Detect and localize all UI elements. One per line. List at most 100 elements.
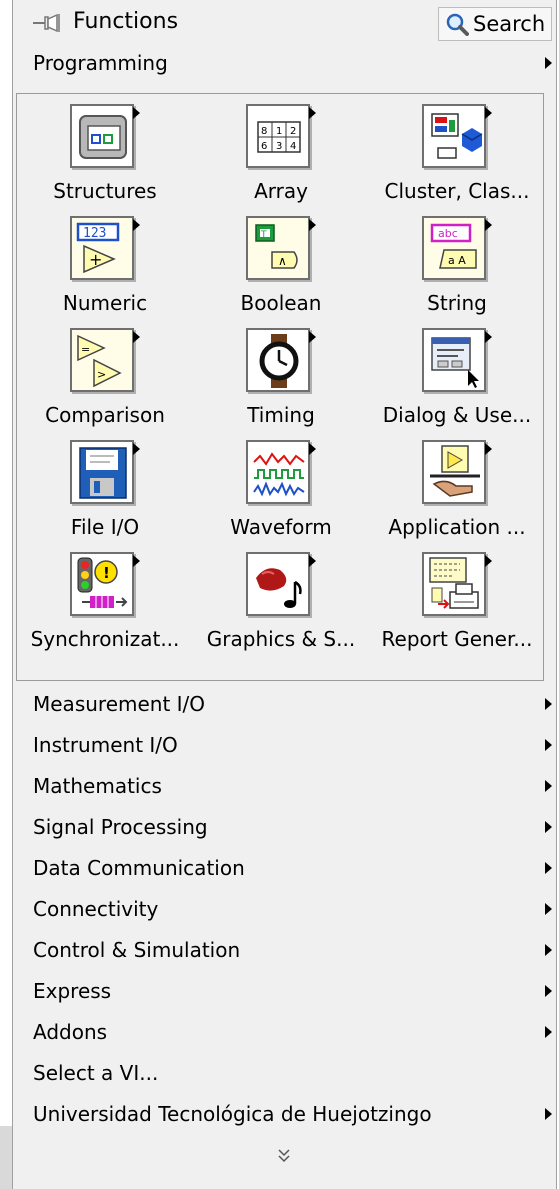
category-label: Data Communication [33, 856, 245, 880]
svg-text:>: > [97, 368, 106, 381]
cluster-icon [431, 113, 483, 159]
tile-dialog-user-interface[interactable]: Dialog & Use... [369, 318, 545, 438]
tile-label: Waveform [230, 515, 332, 539]
application-control-icon [430, 445, 480, 497]
tile-file-io[interactable]: File I/O [17, 430, 193, 550]
programming-subpalette-grid: Structures 8 1 2 6 3 4 Array Cluster, Cl… [16, 93, 544, 681]
tile-array[interactable]: 8 1 2 6 3 4 Array [193, 94, 369, 214]
svg-text:8: 8 [261, 126, 267, 137]
report-generation-icon [429, 557, 479, 609]
category-label: Select a VI... [33, 1061, 159, 1085]
expand-more-chevron-icon[interactable] [271, 1144, 297, 1168]
tile-label: Application ... [388, 515, 526, 539]
svg-text:=: = [81, 343, 90, 356]
category-express[interactable]: Express [13, 971, 556, 1011]
submenu-arrow-icon [485, 555, 492, 567]
submenu-arrow-icon [485, 107, 492, 119]
submenu-arrow-icon [309, 331, 316, 343]
comparison-icon: = > [77, 334, 122, 388]
category-connectivity[interactable]: Connectivity [13, 889, 556, 929]
submenu-arrow-icon [485, 331, 492, 343]
submenu-arrow-icon [309, 107, 316, 119]
svg-text:!: ! [103, 564, 110, 582]
svg-text:a A: a A [448, 254, 466, 267]
background-window-edge [0, 1126, 12, 1189]
tile-synchronization[interactable]: ! Synchronizat... [17, 542, 193, 662]
tile-cluster[interactable]: Cluster, Clas... [369, 94, 545, 214]
category-measurement-io[interactable]: Measurement I/O [13, 684, 556, 724]
search-button-label: Search [473, 12, 546, 36]
submenu-arrow-icon [485, 443, 492, 455]
submenu-arrow-icon [545, 1108, 552, 1120]
svg-text:6: 6 [261, 141, 267, 152]
submenu-arrow-icon [309, 443, 316, 455]
synchronization-icon: ! [77, 557, 128, 608]
category-data-communication[interactable]: Data Communication [13, 848, 556, 888]
tile-boolean[interactable]: T ∧ Boolean [193, 206, 369, 326]
svg-text:abc: abc [438, 227, 458, 240]
submenu-arrow-icon [545, 780, 552, 792]
svg-text:1: 1 [276, 126, 282, 137]
magnifier-search-icon [446, 13, 469, 36]
category-programming[interactable]: Programming [13, 43, 556, 83]
tile-structures[interactable]: Structures [17, 94, 193, 214]
category-label: Mathematics [33, 774, 162, 798]
tile-label: Boolean [240, 291, 322, 315]
submenu-arrow-icon [545, 1026, 552, 1038]
tile-label: Report Gener... [381, 627, 533, 651]
tile-label: Numeric [62, 291, 148, 315]
tile-waveform[interactable]: Waveform [193, 430, 369, 550]
category-mathematics[interactable]: Mathematics [13, 766, 556, 806]
category-label: Connectivity [33, 897, 159, 921]
tile-application-control[interactable]: Application ... [369, 430, 545, 550]
submenu-arrow-icon [133, 219, 140, 231]
submenu-arrow-icon [545, 57, 552, 69]
boolean-icon: T ∧ [255, 224, 298, 269]
array-icon: 8 1 2 6 3 4 [257, 121, 301, 153]
tile-timing[interactable]: Timing [193, 318, 369, 438]
svg-text:T: T [260, 230, 267, 240]
category-label: Instrument I/O [33, 733, 178, 757]
submenu-arrow-icon [545, 944, 552, 956]
tile-numeric[interactable]: 123 + Numeric [17, 206, 193, 326]
tile-graphics-sound[interactable]: Graphics & S... [193, 542, 369, 662]
search-button[interactable]: Search [438, 7, 552, 41]
graphics-sound-icon [256, 568, 302, 608]
structures-icon [79, 115, 127, 159]
tile-label: Dialog & Use... [382, 403, 532, 427]
tile-comparison[interactable]: = > Comparison [17, 318, 193, 438]
tile-string[interactable]: abc a A String [369, 206, 545, 326]
category-addons[interactable]: Addons [13, 1012, 556, 1052]
category-label: Control & Simulation [33, 938, 241, 962]
functions-palette: Functions Search Programming Structures … [12, 0, 557, 1189]
tile-label: Structures [53, 179, 157, 203]
category-label: Programming [33, 51, 168, 75]
palette-title: Functions [73, 9, 179, 34]
category-universidad-tecnologica[interactable]: Universidad Tecnológica de Huejotzingo [13, 1094, 556, 1134]
tile-label: String [427, 291, 487, 315]
tile-label: Synchronizat... [30, 627, 180, 651]
category-label: Addons [33, 1020, 108, 1044]
category-instrument-io[interactable]: Instrument I/O [13, 725, 556, 765]
waveform-icon [253, 452, 305, 497]
tile-label: Array [254, 179, 308, 203]
tile-label: Comparison [45, 403, 165, 427]
svg-text:4: 4 [290, 141, 296, 152]
thumbtack-pin-icon[interactable] [31, 10, 63, 36]
tile-report-generation[interactable]: Report Gener... [369, 542, 545, 662]
submenu-arrow-icon [545, 739, 552, 751]
submenu-arrow-icon [133, 107, 140, 119]
string-icon: abc a A [430, 223, 477, 269]
submenu-arrow-icon [133, 443, 140, 455]
submenu-arrow-icon [485, 219, 492, 231]
category-control-simulation[interactable]: Control & Simulation [13, 930, 556, 970]
submenu-arrow-icon [309, 555, 316, 567]
select-a-vi-item[interactable]: Select a VI... [13, 1053, 556, 1093]
category-signal-processing[interactable]: Signal Processing [13, 807, 556, 847]
tile-label: Graphics & S... [206, 627, 356, 651]
submenu-arrow-icon [545, 903, 552, 915]
category-label: Express [33, 979, 112, 1003]
svg-text:2: 2 [290, 126, 296, 137]
tile-label: File I/O [70, 515, 140, 539]
submenu-arrow-icon [545, 985, 552, 997]
